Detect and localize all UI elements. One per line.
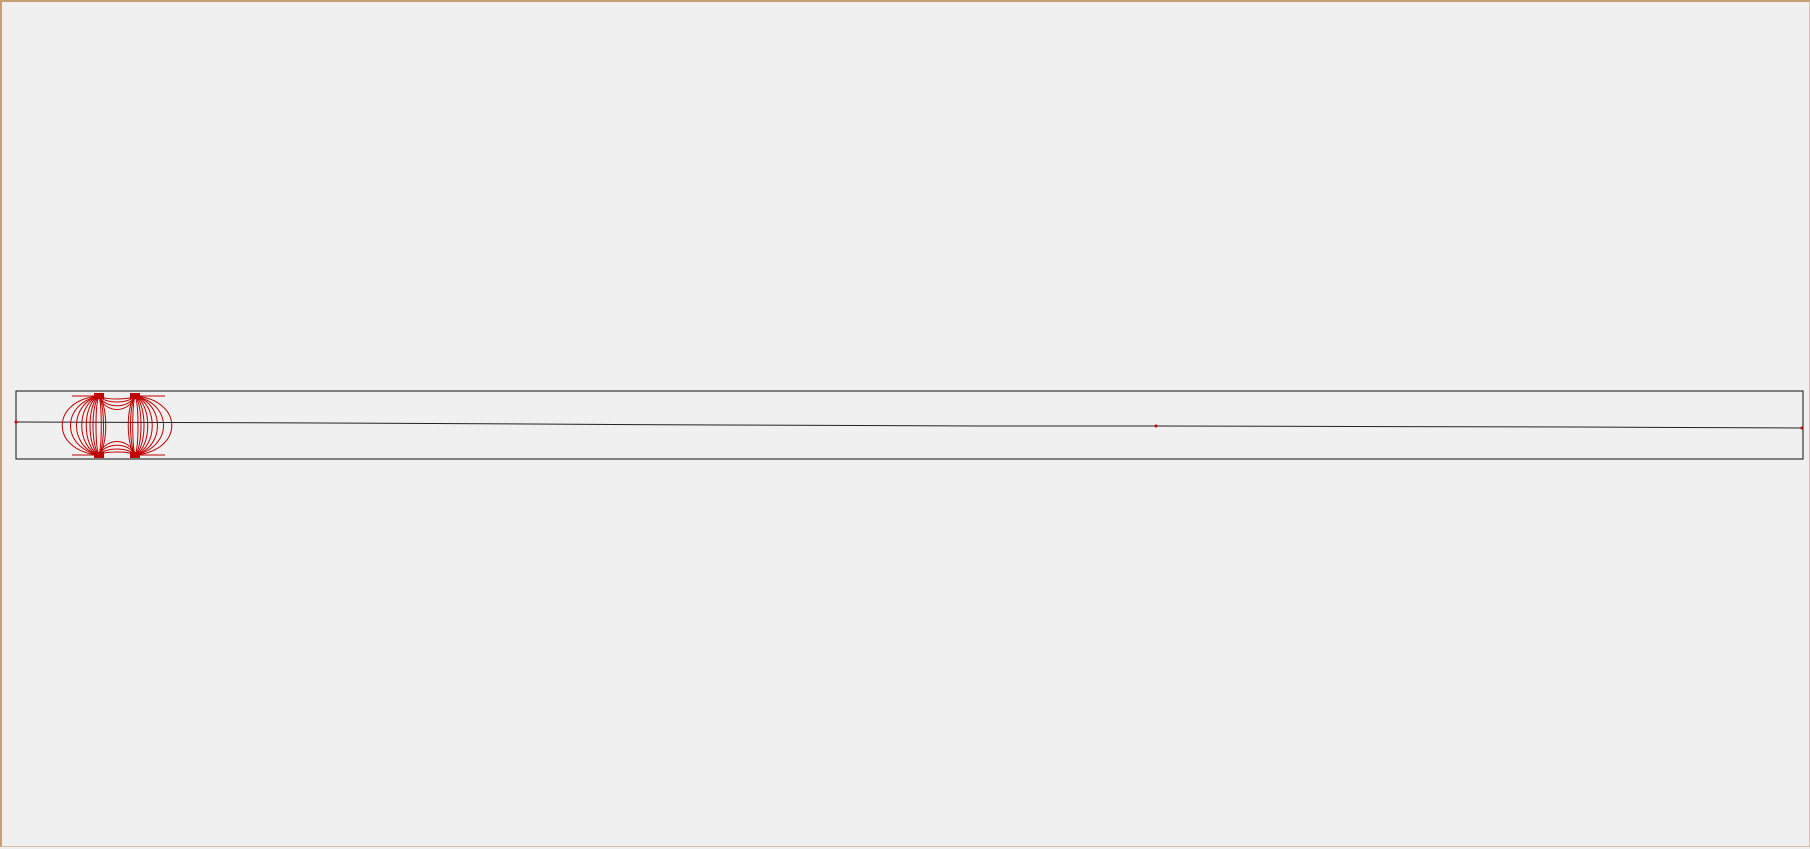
- node-marker: [130, 393, 140, 399]
- node-point: [14, 420, 18, 424]
- node-marker: [130, 452, 140, 458]
- centerline: [15, 421, 1803, 429]
- field-line-diagram: [14, 390, 1804, 460]
- field-line: [98, 395, 102, 456]
- field-line: [98, 395, 136, 400]
- field-line: [134, 395, 139, 456]
- field-line: [95, 395, 100, 456]
- node-point: [1800, 426, 1804, 430]
- node-marker: [94, 452, 104, 458]
- node-marker: [94, 393, 104, 399]
- field-line: [132, 395, 136, 456]
- field-line: [98, 451, 136, 456]
- drawing-canvas: [0, 0, 1810, 847]
- field-line-cluster: [61, 395, 173, 456]
- node-point: [1154, 424, 1158, 428]
- boundary-rectangle: [15, 390, 1804, 460]
